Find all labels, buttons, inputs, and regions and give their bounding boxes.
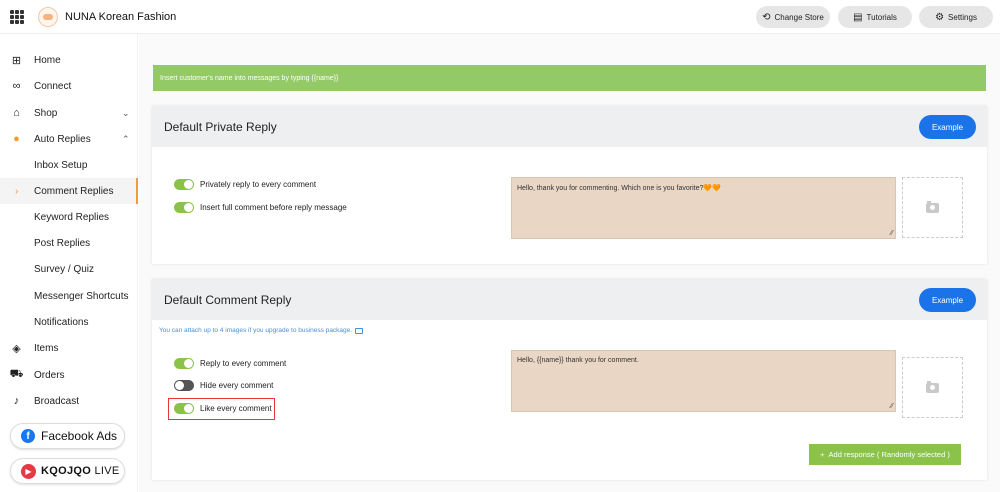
private-reply-card: Default Private Reply Example Privately … <box>152 106 987 264</box>
card-title: Default Private Reply <box>164 120 277 134</box>
toggle-label: Insert full comment before reply message <box>200 202 347 212</box>
camera-icon <box>926 380 939 393</box>
card-title: Default Comment Reply <box>164 293 292 307</box>
toggle-label: Reply to every comment <box>200 358 287 368</box>
play-icon: ▶ <box>21 463 36 479</box>
main-content: Insert customer's name into messages by … <box>139 34 1000 492</box>
sidebar-item-survey-quiz[interactable]: Survey / Quiz <box>0 256 138 282</box>
top-bar: NUNA Korean Fashion ⟲ Change Store ▤ Tut… <box>0 0 1000 34</box>
chevron-right-icon: › <box>15 185 19 197</box>
sidebar-item-label: Survey / Quiz <box>34 263 95 275</box>
card-header: Default Comment Reply Example <box>152 279 987 320</box>
book-icon: ▤ <box>853 11 863 23</box>
sidebar-item-home[interactable]: ⊞ Home <box>0 47 138 73</box>
example-button[interactable]: Example <box>919 288 976 312</box>
sidebar-item-comment-replies[interactable]: › Comment Replies <box>0 178 138 204</box>
add-response-label: Add response ( Randomly selected ) <box>828 450 950 459</box>
example-button[interactable]: Example <box>919 115 976 139</box>
sidebar-item-label: Home <box>34 54 61 66</box>
private-reply-message[interactable]: Hello, thank you for commenting. Which o… <box>511 177 896 239</box>
facebook-ads-label: Facebook Ads <box>41 429 118 443</box>
mic-icon: ♪ <box>13 395 20 407</box>
sidebar-item-label: Orders <box>34 369 65 381</box>
comment-reply-message[interactable]: Hello, {{name}} thank you for comment. ⁄… <box>511 350 896 412</box>
insert-comment-toggle[interactable]: Insert full comment before reply message <box>174 200 347 214</box>
sidebar: ⊞ Home ∞ Connect ⌂ Shop ⌄ ● Auto Replies… <box>0 34 138 492</box>
resize-handle-icon[interactable]: ⁄⁄ <box>891 403 893 410</box>
sidebar-item-label: Items <box>34 342 59 354</box>
kaojao-logo: KQOJQO LIVE <box>41 465 120 477</box>
facebook-ads-button[interactable]: f Facebook Ads <box>10 423 125 449</box>
gear-icon: ⚙ <box>935 11 945 23</box>
sidebar-item-notifications[interactable]: Notifications <box>0 309 138 335</box>
reply-every-comment-toggle[interactable]: Reply to every comment <box>174 356 286 370</box>
sidebar-item-keyword-replies[interactable]: Keyword Replies <box>0 204 138 230</box>
box-icon: ◈ <box>12 342 21 355</box>
sidebar-item-label: Connect <box>34 80 72 92</box>
sidebar-item-broadcast[interactable]: ♪ Broadcast <box>0 388 138 414</box>
image-icon <box>355 327 364 334</box>
home-icon: ⊞ <box>11 54 22 67</box>
toggle-switch[interactable] <box>174 201 194 213</box>
sidebar-item-label: Messenger Shortcuts <box>34 290 129 302</box>
settings-button[interactable]: ⚙ Settings <box>919 6 993 28</box>
change-store-button[interactable]: ⟲ Change Store <box>756 6 830 28</box>
chevron-up-icon: ⌃ <box>122 133 130 144</box>
sidebar-item-label: Comment Replies <box>34 185 114 197</box>
toggle-switch[interactable] <box>174 379 194 391</box>
sidebar-item-post-replies[interactable]: Post Replies <box>0 230 138 256</box>
resize-handle-icon[interactable]: ⁄⁄ <box>891 230 893 237</box>
message-text: Hello, thank you for commenting. Which o… <box>517 185 721 192</box>
message-text: Hello, {{name}} thank you for comment. <box>517 357 639 364</box>
sidebar-item-label: Shop <box>34 107 58 119</box>
plus-icon: + <box>820 450 825 459</box>
tutorials-button[interactable]: ▤ Tutorials <box>838 6 912 28</box>
sidebar-item-label: Notifications <box>34 316 89 328</box>
apps-grid-icon[interactable] <box>10 10 24 24</box>
store-name: NUNA Korean Fashion <box>65 11 177 23</box>
card-header: Default Private Reply Example <box>152 106 987 147</box>
facebook-icon: f <box>21 429 35 443</box>
private-reply-toggle[interactable]: Privately reply to every comment <box>174 177 316 191</box>
store-logo <box>38 7 58 27</box>
sidebar-item-label: Broadcast <box>34 395 80 407</box>
kaojao-live-button[interactable]: ▶ KQOJQO LIVE <box>10 458 125 484</box>
settings-label: Settings <box>948 12 977 22</box>
sidebar-item-messenger-shortcuts[interactable]: Messenger Shortcuts <box>0 283 138 309</box>
toggle-label: Hide every comment <box>200 380 274 390</box>
refresh-icon: ⟲ <box>762 11 771 23</box>
sidebar-item-connect[interactable]: ∞ Connect <box>0 73 138 99</box>
sidebar-item-inbox-setup[interactable]: Inbox Setup <box>0 152 138 178</box>
change-store-label: Change Store <box>774 12 824 22</box>
sidebar-item-label: Inbox Setup <box>34 159 88 171</box>
sidebar-item-shop[interactable]: ⌂ Shop ⌄ <box>0 100 138 126</box>
chevron-down-icon: ⌄ <box>122 107 130 118</box>
sidebar-item-label: Post Replies <box>34 237 91 249</box>
toggle-label: Privately reply to every comment <box>200 179 317 189</box>
image-upload-slot[interactable] <box>902 177 963 238</box>
toggle-switch[interactable] <box>174 357 194 369</box>
sidebar-item-orders[interactable]: ⛟ Orders <box>0 362 138 388</box>
add-response-button[interactable]: + Add response ( Randomly selected ) <box>809 444 961 465</box>
name-tip-banner: Insert customer's name into messages by … <box>153 65 986 91</box>
link-icon: ∞ <box>12 80 21 92</box>
upgrade-note: You can attach up to 4 images if you upg… <box>159 327 364 334</box>
sidebar-item-items[interactable]: ◈ Items <box>0 335 138 361</box>
camera-icon <box>926 200 939 213</box>
hide-every-comment-toggle[interactable]: Hide every comment <box>174 378 273 392</box>
comment-reply-card: Default Comment Reply Example You can at… <box>152 279 987 480</box>
sidebar-item-auto-replies[interactable]: ● Auto Replies ⌃ <box>0 126 138 152</box>
sidebar-item-label: Keyword Replies <box>34 211 110 223</box>
cart-icon: ⛟ <box>9 368 24 380</box>
tutorials-label: Tutorials <box>866 12 897 22</box>
sidebar-item-label: Auto Replies <box>34 133 91 145</box>
shop-icon: ⌂ <box>13 107 20 119</box>
highlight-box <box>168 398 275 420</box>
image-upload-slot[interactable] <box>902 357 963 418</box>
chat-icon: ● <box>13 133 20 145</box>
toggle-switch[interactable] <box>174 178 194 190</box>
